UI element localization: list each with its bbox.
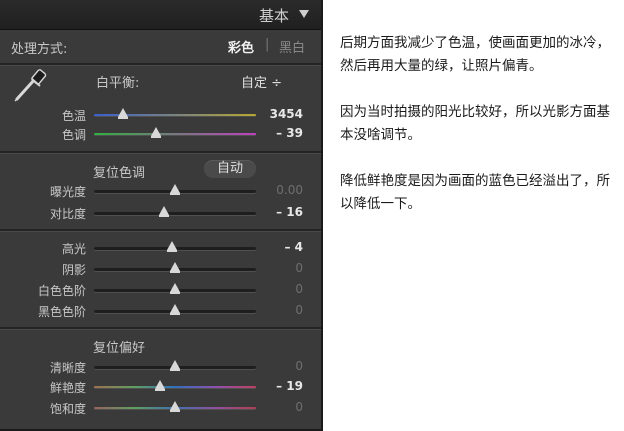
slider-track[interactable] [94, 401, 256, 412]
slider-thumb[interactable] [170, 262, 180, 273]
slider-value[interactable]: 0 [253, 303, 303, 317]
slider-track[interactable] [94, 283, 256, 294]
slider-thumb[interactable] [155, 380, 166, 391]
slider-track[interactable] [94, 108, 256, 119]
slider-value[interactable]: – 4 [253, 240, 303, 254]
treatment-bw-option[interactable]: 黑白 [279, 37, 305, 56]
slider-label: 高光 [61, 242, 86, 256]
slider-thumb[interactable] [118, 108, 129, 119]
slider-value[interactable]: – 39 [253, 126, 303, 140]
collapse-triangle-icon[interactable] [299, 10, 309, 18]
slider-thumb[interactable] [170, 304, 180, 315]
slider-value[interactable]: 0 [253, 282, 303, 296]
slider-thumb[interactable] [170, 283, 180, 294]
slider-label: 曝光度 [49, 185, 86, 199]
slider-label: 对比度 [49, 207, 86, 221]
slider-label: 饱和度 [49, 402, 86, 416]
eyedropper-icon[interactable] [10, 66, 52, 106]
basic-panel: 基本 处理方式: 彩色 | 黑白 白平衡: 自定 ÷ 复位色调 自动 复位偏好 … [0, 0, 323, 431]
slider-value[interactable]: 0 [253, 261, 303, 275]
panel-header[interactable]: 基本 [0, 0, 321, 30]
slider-track[interactable] [94, 241, 256, 252]
slider-label: 色调 [61, 128, 86, 142]
slider-label: 鲜艳度 [49, 381, 86, 395]
slider-track[interactable] [94, 127, 256, 138]
slider-track[interactable] [94, 206, 256, 217]
separator [0, 327, 321, 330]
note-paragraph: 因为当时拍摄的阳光比较好，所以光影方面基本没啥调节。 [340, 104, 610, 143]
slider-label: 白色色阶 [37, 284, 86, 298]
note-paragraph: 降低鲜艳度是因为画面的蓝色已经溢出了，所以降低一下。 [340, 173, 610, 212]
slider-thumb[interactable] [166, 241, 177, 252]
treatment-color-option[interactable]: 彩色 [228, 37, 254, 56]
slider-value[interactable]: 0 [253, 359, 303, 373]
treatment-divider: | [265, 37, 270, 52]
white-balance-select[interactable]: 自定 ÷ [241, 72, 282, 91]
slider-thumb[interactable] [170, 401, 180, 412]
slider-label: 黑色色阶 [37, 305, 86, 319]
separator [0, 229, 321, 232]
slider-track[interactable] [94, 360, 256, 371]
panel-title: 基本 [258, 7, 289, 25]
auto-tone-button[interactable]: 自动 [204, 160, 256, 178]
slider-track[interactable] [94, 184, 256, 195]
slider-track[interactable] [94, 262, 256, 273]
slider-value[interactable]: 0 [253, 400, 303, 414]
slider-label: 阴影 [61, 263, 86, 277]
slider-value[interactable]: – 19 [253, 379, 303, 393]
slider-track[interactable] [94, 380, 256, 391]
slider-thumb[interactable] [158, 206, 169, 217]
note-paragraph: 后期方面我减少了色温，使画面更加的冰冷，然后再用大量的绿，让照片偏青。 [340, 35, 610, 74]
slider-label: 色温 [61, 109, 86, 123]
slider-thumb[interactable] [170, 360, 180, 371]
tone-reset-label[interactable]: 复位色调 [93, 162, 145, 181]
treatment-label: 处理方式: [11, 42, 68, 57]
slider-thumb[interactable] [170, 184, 180, 195]
slider-thumb[interactable] [150, 127, 161, 138]
slider-value[interactable]: – 16 [253, 205, 303, 219]
separator [0, 151, 321, 154]
slider-label: 清晰度 [49, 361, 86, 375]
white-balance-label: 白平衡: [96, 76, 140, 91]
notes-text: 后期方面我减少了色温，使画面更加的冰冷，然后再用大量的绿，让照片偏青。 因为当时… [340, 32, 620, 239]
slider-value[interactable]: 3454 [253, 107, 303, 121]
slider-value[interactable]: 0.00 [253, 183, 303, 197]
slider-track[interactable] [94, 304, 256, 315]
presence-reset-label[interactable]: 复位偏好 [93, 337, 145, 356]
